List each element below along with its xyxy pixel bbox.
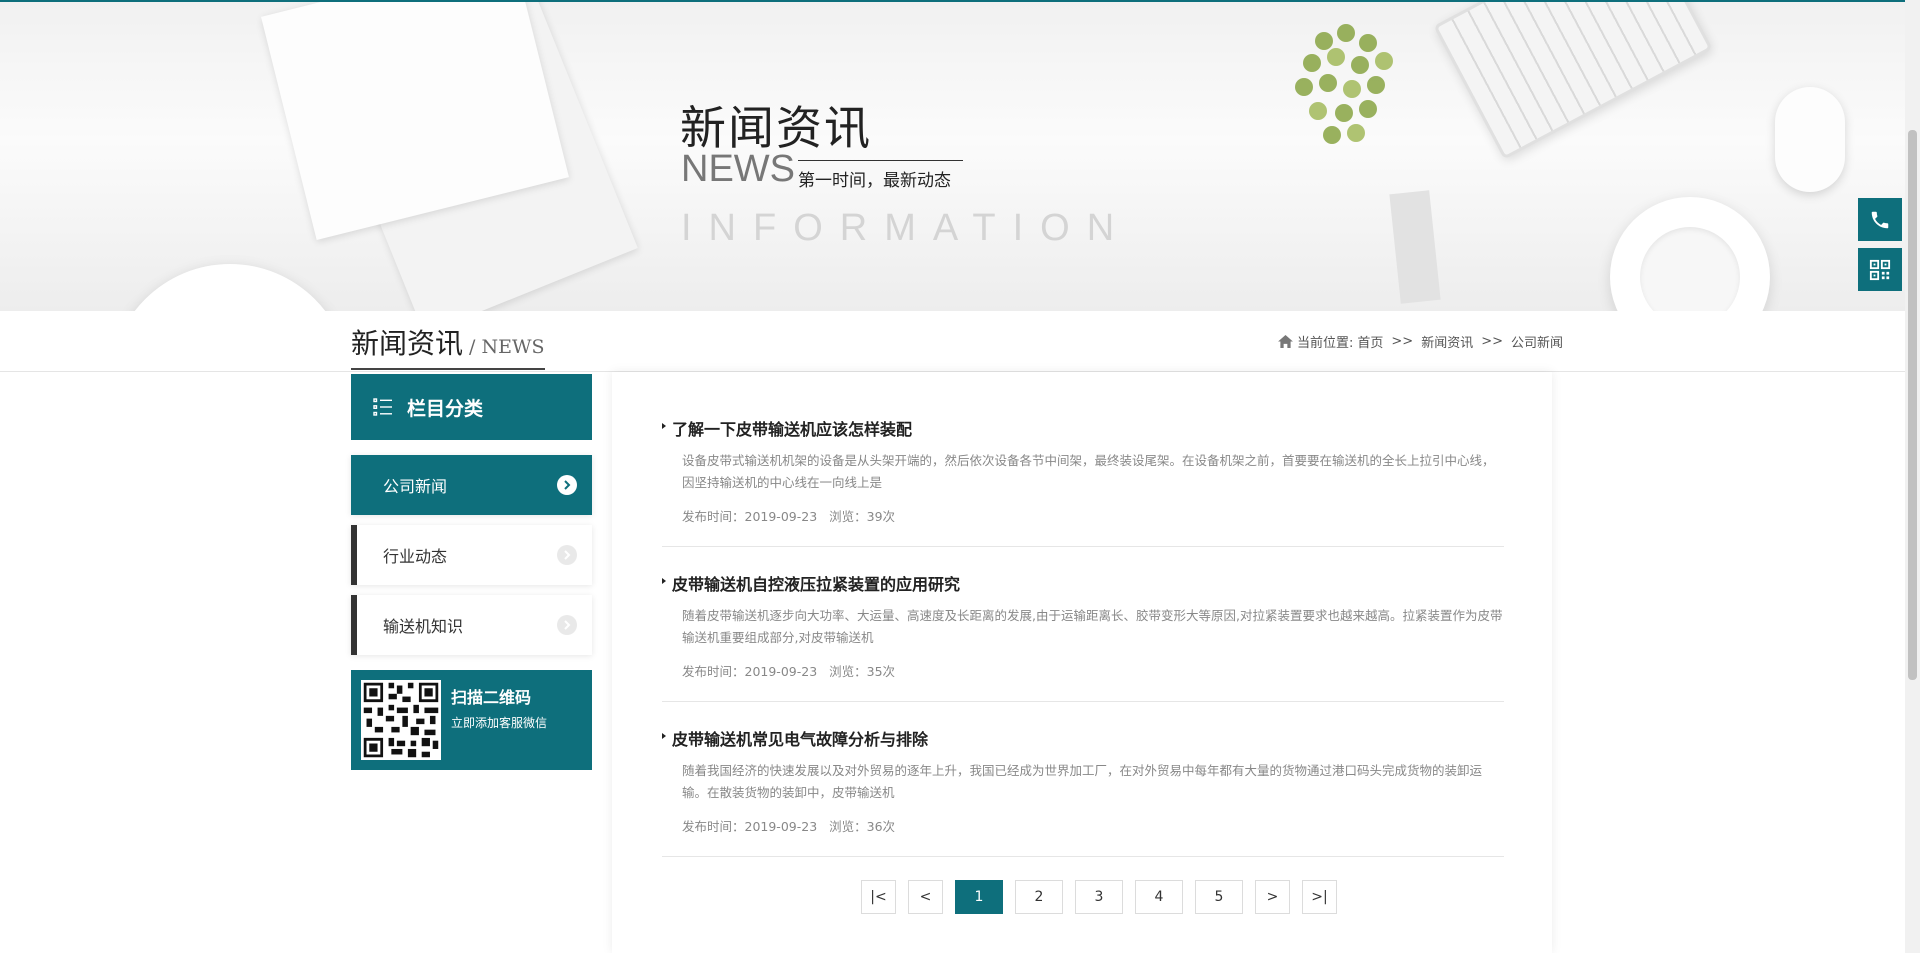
news-summary: 随着我国经济的快速发展以及对外贸易的逐年上升，我国已经成为世界加工厂，在对外贸易… bbox=[682, 763, 1483, 800]
sidebar-item-company-news[interactable]: 公司新闻 bbox=[351, 455, 592, 515]
news-meta: 发布时间：2019-09-23 浏览：36次 bbox=[682, 816, 1504, 856]
banner-information-en: INFORMATION bbox=[681, 207, 1132, 249]
pagination-last-button[interactable]: >| bbox=[1302, 880, 1337, 914]
breadcrumb-label: 当前位置: bbox=[1297, 336, 1354, 351]
sidebar-item-conveyor-knowledge[interactable]: 输送机知识 bbox=[351, 595, 592, 655]
chevron-right-circle-icon bbox=[557, 615, 577, 635]
pagination-first-button[interactable]: |< bbox=[861, 880, 896, 914]
banner-decor-saucer bbox=[1610, 197, 1770, 311]
news-title-link[interactable]: 了解一下皮带输送机应该怎样装配 bbox=[662, 416, 1504, 440]
pagination-page-4[interactable]: 4 bbox=[1135, 880, 1183, 914]
banner: 新闻资讯 NEWS 第一时间，最新动态 INFORMATION bbox=[0, 0, 1905, 311]
sidebar-item-industry-news[interactable]: 行业动态 bbox=[351, 525, 592, 585]
news-summary: 设备皮带式输送机机架的设备是从头架开端的，然后依次设备各节中间架，最终装设尾架。… bbox=[682, 453, 1495, 490]
breadcrumb-company-news-link[interactable]: 公司新闻 bbox=[1511, 332, 1563, 351]
qrcode-subtitle: 立即添加客服微信 bbox=[451, 716, 548, 730]
news-meta: 发布时间：2019-09-23 浏览：35次 bbox=[682, 661, 1504, 701]
sidebar-item-label: 公司新闻 bbox=[383, 477, 448, 496]
breadcrumb-separator: >> bbox=[1391, 334, 1414, 349]
pagination-prev-button[interactable]: < bbox=[908, 880, 943, 914]
news-list-panel: 了解一下皮带输送机应该怎样装配 设备皮带式输送机机架的设备是从头架开端的，然后依… bbox=[612, 372, 1552, 953]
page-title-en: / NEWS bbox=[469, 336, 545, 358]
float-qrcode-button[interactable] bbox=[1858, 248, 1902, 291]
news-date: 发布时间：2019-09-23 bbox=[682, 664, 818, 679]
page-title-cn: 新闻资讯 bbox=[351, 327, 464, 360]
breadcrumb-news-link[interactable]: 新闻资讯 bbox=[1421, 332, 1473, 351]
pagination-page-5[interactable]: 5 bbox=[1195, 880, 1243, 914]
banner-decor-mouse bbox=[1775, 87, 1845, 192]
breadcrumb: 当前位置: 首页 >> 新闻资讯 >> 公司新闻 bbox=[1278, 332, 1563, 351]
news-summary: 随着皮带输送机逐步向大功率、大运量、高速度及长距离的发展,由于运输距离长、胶带变… bbox=[682, 608, 1503, 645]
sidebar-item-label: 行业动态 bbox=[383, 547, 448, 566]
qrcode-icon bbox=[1869, 259, 1891, 280]
sidebar-heading-text: 栏目分类 bbox=[407, 397, 484, 420]
news-views: 浏览：35次 bbox=[829, 664, 896, 679]
list-icon bbox=[373, 398, 392, 416]
news-date: 发布时间：2019-09-23 bbox=[682, 819, 818, 834]
banner-subtitle: 第一时间，最新动态 bbox=[798, 171, 951, 191]
news-item: 了解一下皮带输送机应该怎样装配 设备皮带式输送机机架的设备是从头架开端的，然后依… bbox=[662, 416, 1504, 547]
breadcrumb-separator: >> bbox=[1481, 334, 1504, 349]
pagination-page-2[interactable]: 2 bbox=[1015, 880, 1063, 914]
banner-decor-note bbox=[1389, 190, 1441, 304]
news-title-link[interactable]: 皮带输送机自控液压拉紧装置的应用研究 bbox=[662, 571, 1504, 595]
news-date: 发布时间：2019-09-23 bbox=[682, 509, 818, 524]
news-views: 浏览：39次 bbox=[829, 509, 896, 524]
wechat-qrcode bbox=[361, 680, 441, 760]
pagination: |< < 1 2 3 4 5 > >| bbox=[861, 880, 1337, 914]
page-title: 新闻资讯 / NEWS bbox=[351, 322, 545, 370]
news-meta: 发布时间：2019-09-23 浏览：39次 bbox=[682, 506, 1504, 546]
banner-decor-keyboard bbox=[1433, 2, 1713, 160]
qrcode-title: 扫描二维码 bbox=[451, 688, 532, 707]
banner-news-en: NEWS bbox=[681, 148, 795, 190]
pagination-next-button[interactable]: > bbox=[1255, 880, 1290, 914]
chevron-right-circle-icon bbox=[557, 475, 577, 495]
phone-icon bbox=[1871, 211, 1889, 228]
sidebar-item-label: 输送机知识 bbox=[383, 617, 464, 636]
sidebar-qrcode-panel: 扫描二维码 立即添加客服微信 bbox=[351, 670, 592, 770]
news-item: 皮带输送机自控液压拉紧装置的应用研究 随着皮带输送机逐步向大功率、大运量、高速度… bbox=[662, 571, 1504, 702]
page-scrollbar-thumb[interactable] bbox=[1908, 130, 1917, 680]
pagination-page-3[interactable]: 3 bbox=[1075, 880, 1123, 914]
home-icon bbox=[1278, 335, 1293, 348]
pagination-page-1[interactable]: 1 bbox=[955, 880, 1003, 914]
float-phone-button[interactable] bbox=[1858, 198, 1902, 241]
banner-decor-plant bbox=[1285, 22, 1405, 162]
chevron-right-circle-icon bbox=[557, 545, 577, 565]
news-views: 浏览：36次 bbox=[829, 819, 896, 834]
sidebar-heading: 栏目分类 bbox=[351, 374, 592, 440]
breadcrumb-home-link[interactable]: 首页 bbox=[1357, 332, 1383, 351]
banner-divider bbox=[798, 160, 963, 161]
news-item: 皮带输送机常见电气故障分析与排除 随着我国经济的快速发展以及对外贸易的逐年上升，… bbox=[662, 726, 1504, 857]
news-title-link[interactable]: 皮带输送机常见电气故障分析与排除 bbox=[662, 726, 1504, 750]
banner-decor-cup bbox=[110, 264, 350, 311]
